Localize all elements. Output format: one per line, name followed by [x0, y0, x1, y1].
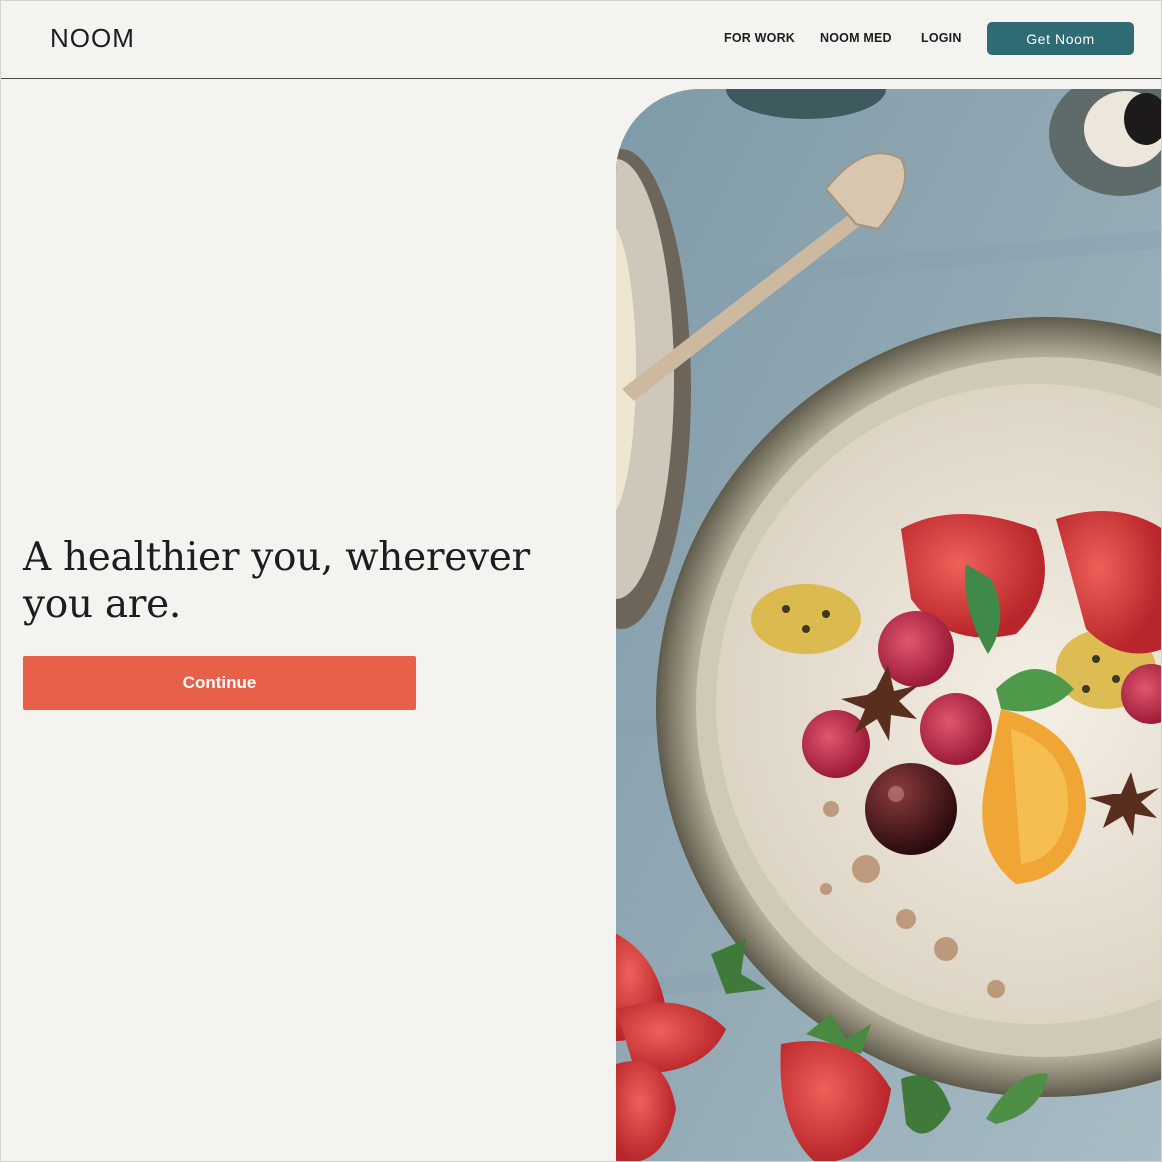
- continue-button[interactable]: Continue: [23, 656, 416, 710]
- get-noom-button[interactable]: Get Noom: [987, 22, 1134, 55]
- noom-logo[interactable]: NOOM: [50, 23, 135, 54]
- nav-noom-med-link[interactable]: NOOM MED: [820, 31, 892, 45]
- oatmeal-bowl-illustration: [616, 89, 1161, 1161]
- nav-login-link[interactable]: LOGIN: [921, 31, 962, 45]
- nav-for-work-link[interactable]: FOR WORK: [724, 31, 795, 45]
- hero-headline: A healthier you, wherever you are.: [23, 535, 530, 627]
- top-nav-bar: NOOM FOR WORK NOOM MED LOGIN Get Noom: [1, 1, 1161, 79]
- hero-food-image: [616, 89, 1161, 1161]
- page: NOOM FOR WORK NOOM MED LOGIN Get Noom A …: [0, 0, 1162, 1162]
